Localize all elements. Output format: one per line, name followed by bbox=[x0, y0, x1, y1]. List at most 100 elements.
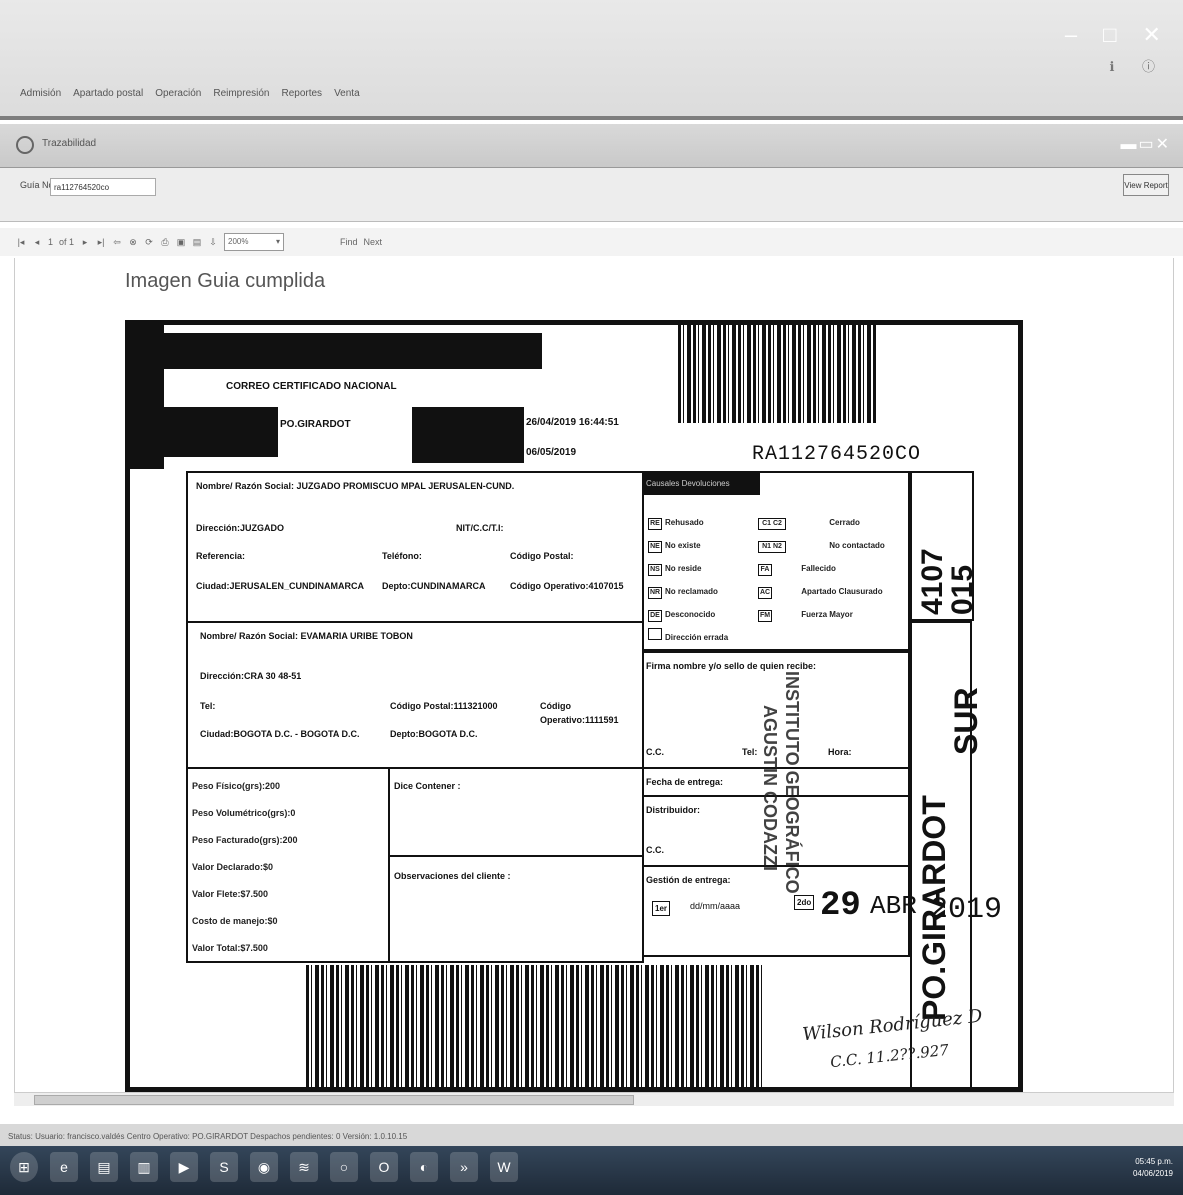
causal-text: Cerrado bbox=[829, 518, 860, 527]
arrow-icon[interactable]: » bbox=[450, 1152, 478, 1182]
left-band bbox=[130, 325, 164, 469]
causal-text: Fallecido bbox=[801, 564, 836, 573]
destinatario-box bbox=[186, 471, 644, 623]
view-report-button[interactable]: View Report bbox=[1123, 174, 1169, 196]
causal-code: DE bbox=[648, 610, 662, 622]
menu-venta[interactable]: Venta bbox=[334, 88, 360, 99]
first-page-icon[interactable]: |◂ bbox=[16, 237, 26, 247]
prev-page-icon[interactable]: ◂ bbox=[32, 237, 42, 247]
dest-city: Ciudad:JERUSALEN_CUNDINAMARCA bbox=[196, 581, 365, 591]
chevron-down-icon: ▾ bbox=[276, 237, 281, 246]
office-sur: SUR bbox=[948, 687, 984, 755]
spotify-icon[interactable]: ≋ bbox=[290, 1152, 318, 1182]
ie-icon[interactable]: e bbox=[50, 1152, 78, 1182]
fecha-entrega: Fecha de entrega: bbox=[646, 777, 724, 787]
media-icon[interactable]: ▶ bbox=[170, 1152, 198, 1182]
print-icon[interactable]: ⎙ bbox=[160, 237, 170, 247]
app-icon[interactable]: ○ bbox=[330, 1152, 358, 1182]
redacted-block-2 bbox=[412, 407, 524, 463]
clock-date: 04/06/2019 bbox=[1132, 1169, 1173, 1178]
causal-code: N1 N2 bbox=[758, 541, 786, 553]
rem-op: Operativo:1111591 bbox=[540, 715, 619, 725]
causal-text: Apartado Clausurado bbox=[801, 587, 883, 596]
menu-operacion[interactable]: Operación bbox=[155, 88, 201, 99]
menu-admision[interactable]: Admisión bbox=[20, 88, 61, 99]
peso-fisico: Peso Físico(grs):200 bbox=[192, 781, 281, 791]
rem-city: Ciudad:BOGOTA D.C. - BOGOTA D.C. bbox=[200, 729, 360, 739]
find-link[interactable]: Find bbox=[340, 237, 358, 247]
date-entrega: 06/05/2019 bbox=[526, 447, 577, 458]
op-code-1: 4107 bbox=[916, 548, 949, 615]
valor-total: Valor Total:$7.500 bbox=[192, 943, 268, 953]
stamp-line-2: AGUSTIN CODAZZI bbox=[760, 705, 780, 871]
skype-icon[interactable]: S bbox=[210, 1152, 238, 1182]
export-icon[interactable]: ⇩ bbox=[208, 237, 218, 247]
rem-op-label: Código bbox=[540, 701, 571, 711]
dest-name: Nombre/ Razón Social: JUZGADO PROMISCUO … bbox=[196, 481, 515, 491]
system-clock[interactable]: 05:45 p.m. 04/06/2019 bbox=[1133, 1156, 1173, 1180]
remitente-box bbox=[186, 621, 644, 769]
header-band bbox=[160, 333, 542, 369]
op-code-2: 015 bbox=[946, 564, 979, 615]
chrome-icon[interactable]: ◉ bbox=[250, 1152, 278, 1182]
files-icon[interactable]: ▥ bbox=[130, 1152, 158, 1182]
causal-text: Fuerza Mayor bbox=[801, 610, 853, 619]
explorer-icon[interactable]: ▤ bbox=[90, 1152, 118, 1182]
causal-text: Dirección errada bbox=[665, 633, 729, 642]
valor-declarado: Valor Declarado:$0 bbox=[192, 862, 274, 872]
horizontal-scrollbar[interactable] bbox=[14, 1092, 1174, 1106]
report-viewer[interactable]: Imagen Guia cumplida CORREO CERTIFICADO … bbox=[14, 258, 1174, 1092]
back-icon[interactable]: ⇦ bbox=[112, 237, 122, 247]
browser-icon[interactable]: ◐ bbox=[410, 1152, 438, 1182]
tracking-number: RA112764520CO bbox=[752, 443, 922, 466]
causal-code: NS bbox=[648, 564, 662, 576]
menu-reimpresion[interactable]: Reimpresión bbox=[213, 88, 269, 99]
bottom-barcode bbox=[306, 965, 762, 1087]
stop-icon[interactable]: ⊗ bbox=[128, 237, 138, 247]
app-logo-icon bbox=[16, 136, 34, 154]
causal-text: No reside bbox=[665, 564, 702, 573]
guia-input[interactable] bbox=[50, 178, 156, 196]
dest-tel: Teléfono: bbox=[382, 551, 422, 561]
info-icons[interactable]: ℹ ⓘ bbox=[1109, 56, 1167, 75]
window-controls[interactable]: – □ ✕ bbox=[1065, 22, 1171, 48]
valor-flete: Valor Flete:$7.500 bbox=[192, 889, 269, 899]
subwindow-titlebar: Trazabilidad ▬▭✕ bbox=[0, 124, 1183, 168]
page-setup-icon[interactable]: ▤ bbox=[192, 237, 202, 247]
rem-tel: Tel: bbox=[200, 701, 216, 711]
causal-text: No existe bbox=[665, 541, 701, 550]
firma-label: Firma nombre y/o sello de quien recibe: bbox=[646, 661, 817, 671]
outlook-icon[interactable]: O bbox=[370, 1152, 398, 1182]
page-number[interactable]: 1 bbox=[48, 237, 53, 247]
firma-tel: Tel: bbox=[742, 747, 758, 757]
distribuidor-cc: C.C. bbox=[646, 845, 664, 855]
causal-code: FA bbox=[758, 564, 772, 576]
peso-facturado: Peso Facturado(grs):200 bbox=[192, 835, 298, 845]
word-icon[interactable]: W bbox=[490, 1152, 518, 1182]
refresh-icon[interactable]: ⟳ bbox=[144, 237, 154, 247]
start-icon[interactable]: ⊞ bbox=[10, 1152, 38, 1182]
menu-reportes[interactable]: Reportes bbox=[281, 88, 322, 99]
layout-icon[interactable]: ▣ bbox=[176, 237, 186, 247]
subwindow-title: Trazabilidad bbox=[42, 138, 97, 149]
causal-nr: NR No reclamado bbox=[648, 580, 728, 603]
causal-text: Desconocido bbox=[665, 610, 716, 619]
taskbar: ⊞ e ▤ ▥ ▶ S ◉ ≋ ○ O ◐ » W 05:45 p.m. 04/… bbox=[0, 1146, 1183, 1195]
scrollbar-thumb[interactable] bbox=[34, 1095, 634, 1105]
date-admision: 26/04/2019 16:44:51 bbox=[526, 417, 619, 428]
report-title: Imagen Guia cumplida bbox=[125, 270, 326, 292]
causal-ne: NE No existe bbox=[648, 534, 728, 557]
zoom-value: 200% bbox=[228, 237, 249, 246]
causal-cerrado: C1 C2 Cerrado bbox=[758, 511, 885, 534]
causal-no-contactado: N1 N2 No contactado bbox=[758, 534, 885, 557]
next-page-icon[interactable]: ▸ bbox=[80, 237, 90, 247]
menu-apartado-postal[interactable]: Apartado postal bbox=[73, 88, 143, 99]
next-link[interactable]: Next bbox=[364, 237, 383, 247]
rem-depto: Depto:BOGOTA D.C. bbox=[390, 729, 478, 739]
report-toolbar: |◂ ◂ 1 of 1 ▸ ▸| ⇦ ⊗ ⟳ ⎙ ▣ ▤ ⇩ 200% ▾ Fin… bbox=[0, 228, 1183, 256]
subwindow-controls[interactable]: ▬▭✕ bbox=[1120, 134, 1171, 154]
causal-code: NE bbox=[648, 541, 662, 553]
zoom-select[interactable]: 200% ▾ bbox=[224, 233, 285, 251]
last-page-icon[interactable]: ▸| bbox=[96, 237, 106, 247]
search-row: Guía No. View Report bbox=[0, 168, 1183, 222]
